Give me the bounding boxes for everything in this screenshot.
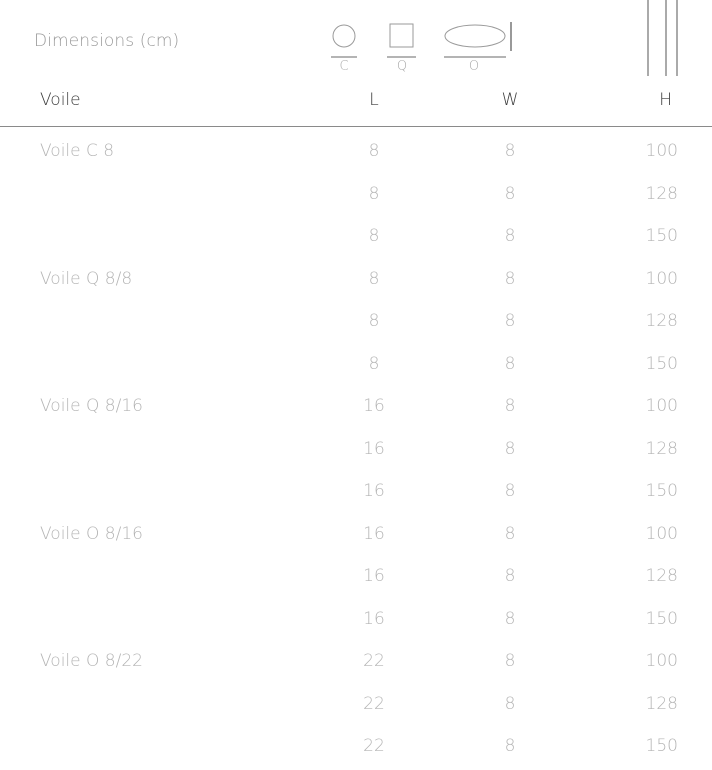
column-header-l: L: [369, 90, 379, 110]
table-row: 16 8 128: [0, 557, 712, 600]
table-row: Voile Q 8/16 16 8 100: [0, 387, 712, 430]
cell-l: 16: [363, 396, 385, 416]
cell-h: 150: [645, 736, 678, 756]
cell-h: 150: [645, 481, 678, 501]
cell-l: 8: [368, 268, 380, 289]
cell-w: 8: [504, 268, 516, 289]
cell-w: 8: [504, 183, 516, 204]
cell-l: 22: [363, 693, 385, 714]
oval-icon: [444, 22, 512, 58]
cell-h: 128: [645, 311, 678, 331]
cell-h: 150: [645, 353, 678, 374]
table-row: 8 8 128: [0, 175, 712, 218]
cell-l: 8: [368, 141, 380, 161]
cell-l: 8: [368, 353, 380, 374]
cell-l: 8: [368, 183, 380, 204]
table-row: Voile Q 8/8 8 8 100: [0, 260, 712, 303]
square-icon: [387, 23, 416, 58]
table-row: 16 8 150: [0, 472, 712, 515]
shape-label-c: C: [339, 59, 349, 74]
height-lines-icon: [647, 0, 678, 76]
cell-h: 150: [645, 226, 678, 246]
cell-w: 8: [504, 353, 516, 374]
shape-label-q: Q: [396, 59, 408, 74]
cell-l: 16: [363, 438, 385, 459]
cell-w: 8: [504, 311, 516, 331]
cell-h: 128: [645, 183, 678, 204]
cell-name: Voile O 8/22: [40, 651, 143, 671]
table-header: Voile L W H: [0, 86, 712, 127]
circle-icon: [331, 24, 357, 58]
table-row: 22 8 128: [0, 685, 712, 728]
cell-l: 16: [363, 523, 385, 544]
column-header-w: W: [501, 90, 519, 110]
cell-name: Voile C 8: [40, 141, 115, 161]
cell-w: 8: [504, 651, 516, 671]
cell-w: 8: [504, 523, 516, 544]
cell-h: 128: [645, 438, 678, 459]
cell-w: 8: [504, 481, 516, 501]
shape-legend: [331, 0, 678, 76]
cell-l: 8: [368, 311, 380, 331]
cell-h: 128: [645, 566, 678, 586]
column-header-h: H: [659, 90, 672, 110]
table-row: 22 8 150: [0, 727, 712, 770]
cell-w: 8: [504, 566, 516, 586]
shape-label-o: O: [468, 59, 480, 74]
cell-l: 16: [363, 481, 385, 501]
table-row: 8 8 128: [0, 302, 712, 345]
table-row: Voile O 8/22 22 8 100: [0, 642, 712, 685]
column-header-name: Voile: [40, 90, 81, 110]
cell-l: 22: [363, 736, 385, 756]
cell-h: 100: [645, 141, 678, 161]
cell-h: 150: [645, 608, 678, 629]
table-row: Voile O 8/16 16 8 100: [0, 515, 712, 558]
cell-l: 16: [363, 608, 385, 629]
table-row: 16 8 128: [0, 430, 712, 473]
cell-h: 128: [645, 693, 678, 714]
cell-l: 8: [368, 226, 380, 246]
cell-h: 100: [645, 523, 678, 544]
table-row: 8 8 150: [0, 345, 712, 388]
table-row: 8 8 150: [0, 217, 712, 260]
cell-h: 100: [645, 396, 678, 416]
cell-name: Voile Q 8/8: [40, 268, 133, 289]
table-row: 16 8 150: [0, 600, 712, 643]
cell-w: 8: [504, 608, 516, 629]
cell-w: 8: [504, 141, 516, 161]
cell-w: 8: [504, 226, 516, 246]
cell-h: 100: [645, 651, 678, 671]
table-row: Voile C 8 8 8 100: [0, 132, 712, 175]
cell-w: 8: [504, 736, 516, 756]
table-body: Voile C 8 8 8 100 8 8 128 8 8 150 Voile Q 8/8 8 8…: [0, 132, 712, 770]
cell-w: 8: [504, 438, 516, 459]
cell-name: Voile Q 8/16: [40, 396, 143, 416]
cell-name: Voile O 8/16: [40, 523, 143, 544]
cell-h: 100: [645, 268, 678, 289]
cell-l: 16: [363, 566, 385, 586]
cell-w: 8: [504, 396, 516, 416]
cell-w: 8: [504, 693, 516, 714]
cell-l: 22: [363, 651, 385, 671]
